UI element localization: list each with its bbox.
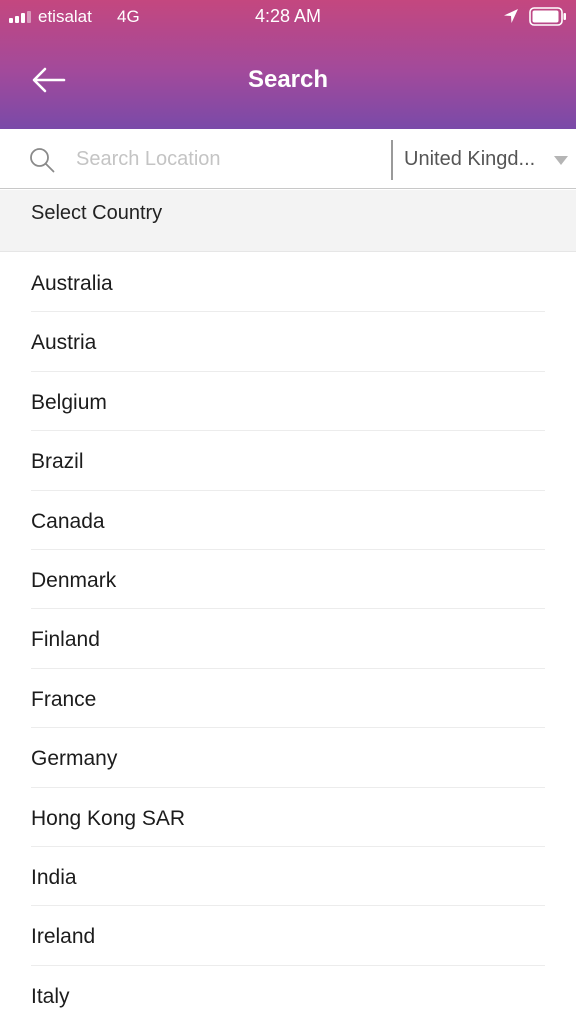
- country-item[interactable]: Italy: [31, 966, 545, 1024]
- country-label: India: [31, 865, 77, 889]
- country-list: Australia Austria Belgium Brazil Canada …: [0, 253, 576, 1024]
- country-label: France: [31, 687, 97, 711]
- country-label: Belgium: [31, 390, 107, 414]
- country-label: Australia: [31, 272, 113, 295]
- country-item[interactable]: Brazil: [31, 431, 545, 491]
- country-label: Hong Kong SAR: [31, 806, 186, 830]
- country-label: Denmark: [31, 568, 117, 592]
- country-item[interactable]: Hong Kong SAR: [31, 788, 545, 847]
- section-title: Select Country: [31, 202, 163, 224]
- country-item[interactable]: Australia: [31, 253, 545, 313]
- country-item[interactable]: Austria: [31, 312, 545, 372]
- country-label: Italy: [31, 984, 70, 1008]
- country-item[interactable]: Ireland: [31, 906, 545, 966]
- country-label: Germany: [31, 747, 118, 771]
- country-item[interactable]: Canada: [31, 491, 545, 550]
- country-item[interactable]: Belgium: [31, 372, 545, 432]
- search-icon: [30, 148, 55, 173]
- country-label: Canada: [31, 509, 105, 533]
- location-arrow-icon: [504, 9, 518, 23]
- app-header: etisalat 4G 4:28 AM Search: [0, 0, 576, 129]
- search-divider: [391, 140, 393, 180]
- country-dropdown[interactable]: United Kingd...: [396, 140, 576, 180]
- selected-country: United Kingd...: [404, 148, 536, 170]
- country-item[interactable]: Finland: [31, 609, 545, 669]
- country-label: Ireland: [31, 925, 96, 949]
- page-title: Search: [247, 66, 329, 93]
- country-label: Brazil: [31, 450, 84, 474]
- status-time: 4:28 AM: [254, 6, 322, 26]
- country-item[interactable]: Germany: [31, 728, 545, 788]
- country-label: Finland: [31, 628, 100, 652]
- battery-icon: [529, 7, 566, 26]
- status-bar: etisalat 4G 4:28 AM: [0, 0, 576, 34]
- country-item[interactable]: France: [31, 669, 545, 729]
- caret-down-icon: [554, 156, 568, 165]
- search-location-input[interactable]: [76, 142, 376, 176]
- select-country-header: Select Country: [0, 190, 576, 252]
- country-item[interactable]: India: [31, 847, 545, 907]
- country-item[interactable]: Denmark: [31, 550, 545, 610]
- country-label: Austria: [31, 331, 97, 355]
